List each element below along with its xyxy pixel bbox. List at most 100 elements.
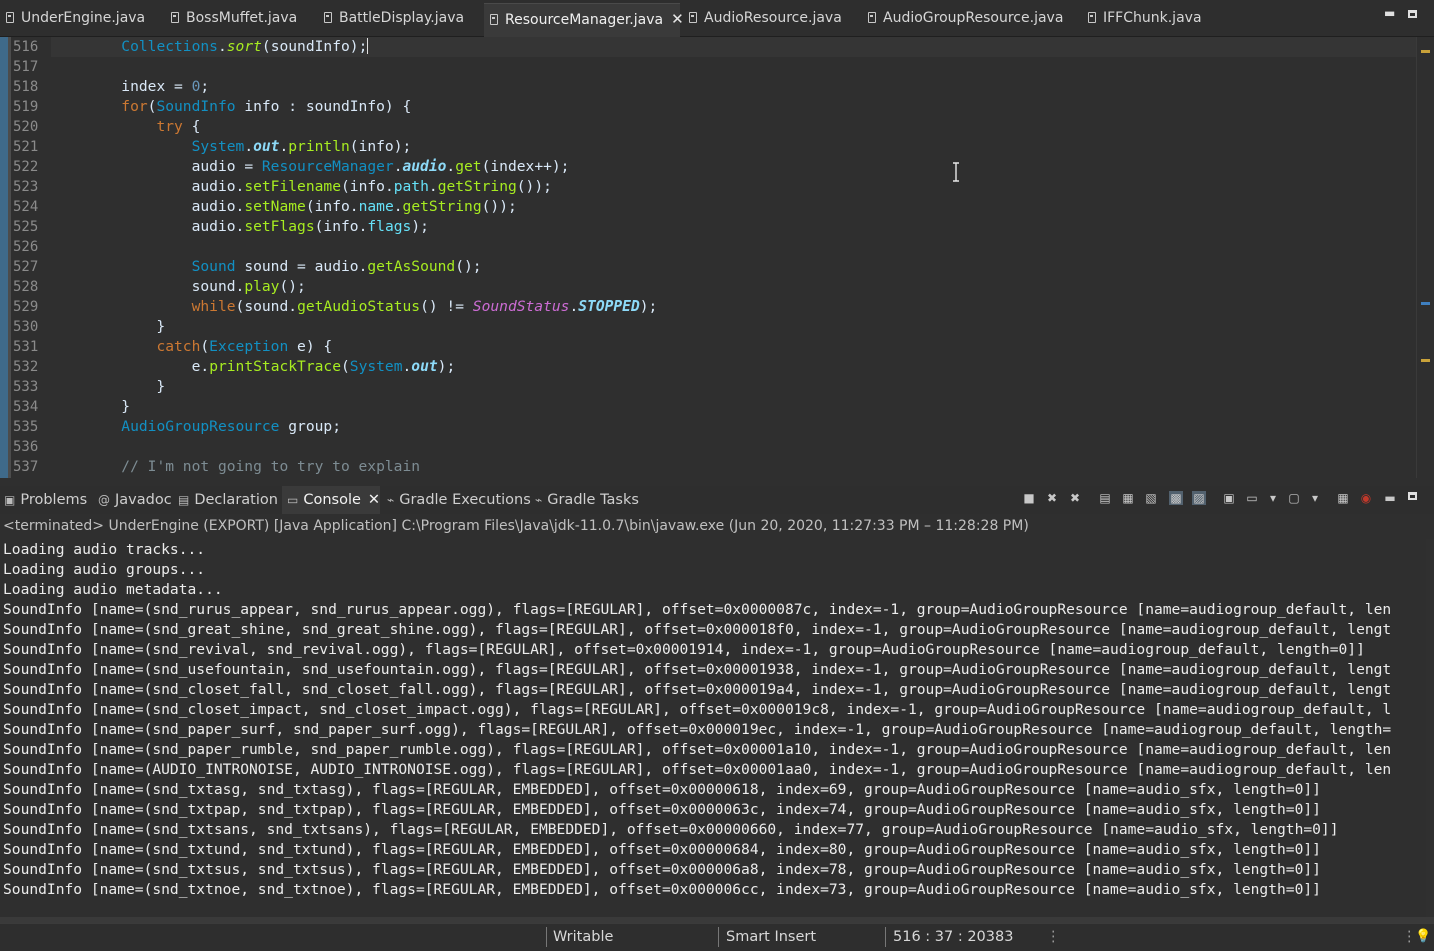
line-number: 523 <box>13 179 39 195</box>
display-selected-console-icon[interactable]: ▭ <box>1245 491 1259 505</box>
debug-icon[interactable]: ◉ <box>1359 491 1373 505</box>
console-line: SoundInfo [name=(AUDIO_INTRONOISE, AUDIO… <box>3 761 1392 778</box>
minimize-icon[interactable]: ▬ <box>1383 491 1397 505</box>
code-line[interactable]: audio.setFlags(info.flags); <box>51 217 1416 237</box>
open-console-icon[interactable]: ▢ <box>1287 491 1301 505</box>
show-on-stderr-icon[interactable]: ▨ <box>1192 491 1206 505</box>
tab-console[interactable]: ▭ Console ✕ <box>282 486 380 514</box>
line-number: 524 <box>13 199 39 215</box>
code-line[interactable]: index = 0; <box>51 77 1416 97</box>
tab-audioresource[interactable]: AudioResource.java <box>689 0 842 37</box>
chevron-down-icon[interactable]: ▾ <box>1266 491 1280 505</box>
status-cursor-position[interactable]: 516 : 37 : 20383 <box>893 924 1013 951</box>
code-line[interactable]: audio.setName(info.name.getString()); <box>51 197 1416 217</box>
line-number: 527 <box>13 259 39 275</box>
code-line[interactable]: } <box>51 317 1416 337</box>
code-editor[interactable]: 516 517 518 519 520 521 522 523 524 525 526 527 528 5… <box>0 37 1434 478</box>
tab-iffchunk[interactable]: IFFChunk.java <box>1088 0 1202 37</box>
code-line[interactable]: while(sound.getAudioStatus() != SoundSta… <box>51 297 1416 317</box>
terminate-icon[interactable]: ■ <box>1022 491 1036 505</box>
code-line[interactable]: try { <box>51 117 1416 137</box>
console-vertical-scrollbar[interactable] <box>1426 539 1434 917</box>
tab-bossmuffet[interactable]: BossMuffet.java <box>171 0 297 37</box>
warning-marker[interactable] <box>1421 50 1430 53</box>
tab-underengine[interactable]: UnderEngine.java <box>6 0 145 37</box>
console-line: SoundInfo [name=(snd_txtsus, snd_txtsus)… <box>3 861 1321 878</box>
scroll-lock-icon[interactable]: ▦ <box>1121 491 1135 505</box>
text-caret <box>367 38 369 54</box>
console-line: SoundInfo [name=(snd_rurus_appear, snd_r… <box>3 601 1392 618</box>
code-line[interactable] <box>51 437 1416 457</box>
tab-javadoc[interactable]: @ Javadoc <box>98 486 172 514</box>
close-icon[interactable]: ✕ <box>368 492 380 508</box>
console-line: SoundInfo [name=(snd_usefountain, snd_us… <box>3 661 1392 678</box>
overview-ruler[interactable] <box>1416 37 1434 478</box>
code-line[interactable]: catch(Exception e) { <box>51 337 1416 357</box>
console-line: SoundInfo [name=(snd_txtasg, snd_txtasg)… <box>3 781 1321 798</box>
tab-battledisplay[interactable]: BattleDisplay.java <box>324 0 464 37</box>
code-area[interactable]: Collections.sort(soundInfo); index = 0; … <box>51 37 1416 478</box>
status-insert-mode[interactable]: Smart Insert <box>726 924 816 951</box>
view-menu-icon[interactable]: ▦ <box>1336 491 1350 505</box>
code-line[interactable]: // I'm not going to try to explain <box>51 457 1416 477</box>
console-line: SoundInfo [name=(snd_txtund, snd_txtund)… <box>3 841 1321 858</box>
status-separator <box>885 927 886 947</box>
console-line: Loading audio metadata... <box>3 581 223 598</box>
tab-audiogroupresource[interactable]: AudioGroupResource.java <box>868 0 1063 37</box>
maximize-icon[interactable] <box>1408 492 1417 500</box>
code-line[interactable]: Sound sound = audio.getAsSound(); <box>51 257 1416 277</box>
tab-label: Javadoc <box>115 492 172 508</box>
editor-tab-bar: UnderEngine.java BossMuffet.java BattleD… <box>0 0 1434 37</box>
console-line: SoundInfo [name=(snd_revival, snd_reviva… <box>3 641 1365 658</box>
code-line[interactable]: System.out.println(info); <box>51 137 1416 157</box>
line-number: 526 <box>13 239 39 255</box>
line-number: 535 <box>13 419 39 435</box>
show-on-stdout-icon[interactable]: ▩ <box>1169 491 1183 505</box>
code-line[interactable]: AudioGroupResource group; <box>51 417 1416 437</box>
code-line[interactable]: sound.play(); <box>51 277 1416 297</box>
maximize-icon[interactable] <box>1408 10 1417 18</box>
tab-gradle-tasks[interactable]: ⌁ Gradle Tasks <box>535 486 639 514</box>
line-number: 529 <box>13 299 39 315</box>
code-line[interactable]: for(SoundInfo info : soundInfo) { <box>51 97 1416 117</box>
line-number: 521 <box>13 139 39 155</box>
line-number: 516 <box>13 39 39 55</box>
tab-declaration[interactable]: ▤ Declaration <box>178 486 278 514</box>
change-ruler <box>0 37 8 478</box>
code-line[interactable]: } <box>51 377 1416 397</box>
java-file-icon <box>490 14 498 25</box>
lightbulb-icon[interactable]: 💡 <box>1415 924 1431 951</box>
pin-console-icon[interactable]: ▣ <box>1222 491 1236 505</box>
line-number: 522 <box>13 159 39 175</box>
gradle-tasks-icon: ⌁ <box>535 493 543 507</box>
code-line[interactable]: e.printStackTrace(System.out); <box>51 357 1416 377</box>
code-line[interactable]: audio = ResourceManager.audio.get(index+… <box>51 157 1416 177</box>
clear-console-icon[interactable]: ▤ <box>1098 491 1112 505</box>
tab-label: Gradle Executions <box>399 492 531 508</box>
remove-all-terminated-icon[interactable]: ✖ <box>1068 491 1082 505</box>
java-file-icon <box>868 12 876 23</box>
console-line: SoundInfo [name=(snd_closet_fall, snd_cl… <box>3 681 1392 698</box>
text-cursor-icon <box>953 162 959 182</box>
tab-gradle-executions[interactable]: ⌁ Gradle Executions <box>387 486 531 514</box>
code-line[interactable] <box>51 237 1416 257</box>
declaration-icon: ▤ <box>178 493 190 507</box>
remove-launch-icon[interactable]: ✖ <box>1045 491 1059 505</box>
status-separator <box>718 927 719 947</box>
warning-marker[interactable] <box>1421 359 1430 362</box>
close-icon[interactable]: ✕ <box>671 4 684 34</box>
occurrence-marker[interactable] <box>1421 302 1430 305</box>
code-line[interactable] <box>51 57 1416 77</box>
tab-problems[interactable]: ▣ Problems <box>4 486 87 514</box>
code-line-current[interactable]: Collections.sort(soundInfo); <box>51 37 1416 57</box>
word-wrap-icon[interactable]: ▧ <box>1144 491 1158 505</box>
java-file-icon <box>689 12 697 23</box>
code-line[interactable]: } <box>51 397 1416 417</box>
javadoc-icon: @ <box>98 493 110 507</box>
minimize-icon[interactable]: ▬ <box>1384 6 1395 20</box>
code-line[interactable]: audio.setFilename(info.path.getString())… <box>51 177 1416 197</box>
tab-resourcemanager[interactable]: ResourceManager.java ✕ <box>484 3 684 37</box>
tab-label: Problems <box>20 492 88 508</box>
console-output[interactable]: Loading audio tracks... Loading audio gro… <box>0 539 1426 917</box>
chevron-down-icon[interactable]: ▾ <box>1308 491 1322 505</box>
